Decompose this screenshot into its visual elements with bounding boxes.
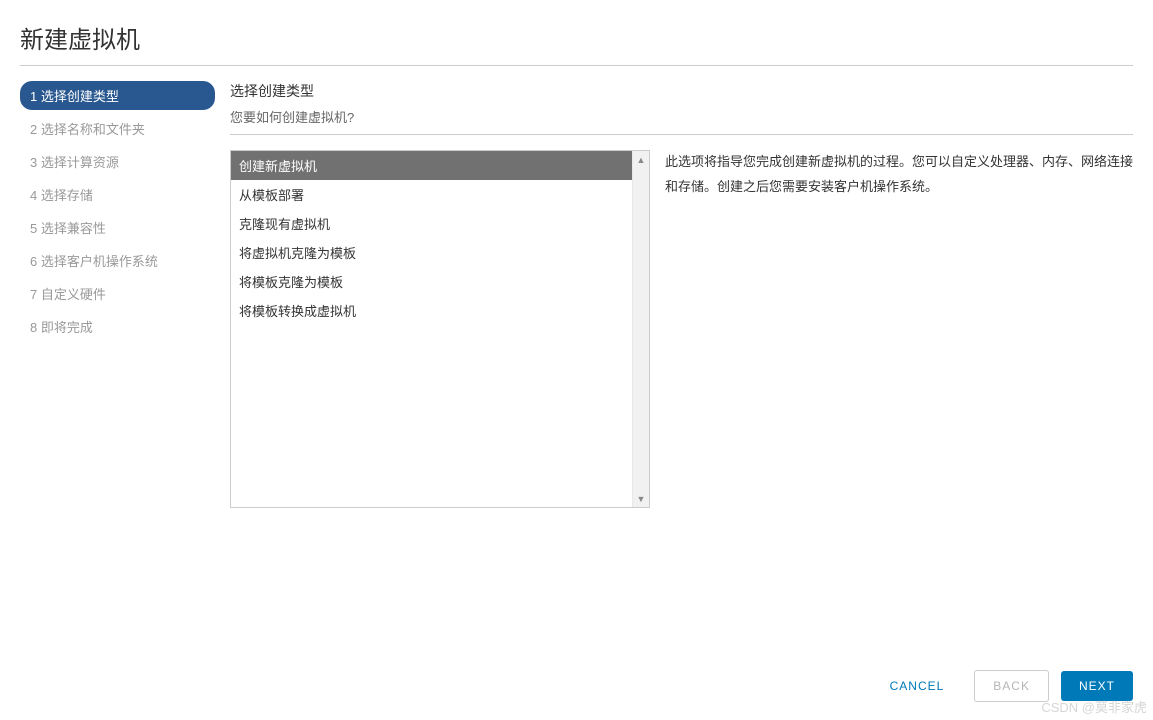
content-header: 选择创建类型 您要如何创建虚拟机? [230,81,1133,135]
option-deploy-from-template[interactable]: 从模板部署 [231,180,632,209]
cancel-button[interactable]: CANCEL [872,671,963,701]
step-1-select-creation-type[interactable]: 1 选择创建类型 [20,81,215,110]
step-6-select-guest-os: 6 选择客户机操作系统 [20,246,215,275]
step-8-ready-to-complete: 8 即将完成 [20,312,215,341]
content-subtitle: 您要如何创建虚拟机? [230,107,1133,126]
option-clone-template-to-template[interactable]: 将模板克隆为模板 [231,267,632,296]
content-pane: 选择创建类型 您要如何创建虚拟机? 创建新虚拟机 从模板部署 克隆现有虚拟机 将… [230,81,1133,651]
dialog-body: 1 选择创建类型 2 选择名称和文件夹 3 选择计算资源 4 选择存储 5 选择… [20,81,1133,651]
wizard-sidebar: 1 选择创建类型 2 选择名称和文件夹 3 选择计算资源 4 选择存储 5 选择… [20,81,215,651]
next-button[interactable]: NEXT [1061,671,1133,701]
creation-type-listbox: 创建新虚拟机 从模板部署 克隆现有虚拟机 将虚拟机克隆为模板 将模板克隆为模板 … [230,150,650,508]
new-vm-dialog: 新建虚拟机 1 选择创建类型 2 选择名称和文件夹 3 选择计算资源 4 选择存… [0,0,1153,720]
content-title: 选择创建类型 [230,81,1133,101]
option-clone-vm-to-template[interactable]: 将虚拟机克隆为模板 [231,238,632,267]
option-clone-existing-vm[interactable]: 克隆现有虚拟机 [231,209,632,238]
option-description: 此选项将指导您完成创建新虚拟机的过程。您可以自定义处理器、内存、网络连接和存储。… [665,150,1133,651]
step-3-select-compute-resource: 3 选择计算资源 [20,147,215,176]
step-2-select-name-folder: 2 选择名称和文件夹 [20,114,215,143]
listbox-scrollbar[interactable]: ▲ ▼ [632,151,649,507]
scroll-down-icon[interactable]: ▼ [633,490,649,507]
option-convert-template-to-vm[interactable]: 将模板转换成虚拟机 [231,296,632,325]
back-button: BACK [974,670,1049,702]
step-5-select-compatibility: 5 选择兼容性 [20,213,215,242]
dialog-title: 新建虚拟机 [20,20,1133,66]
step-4-select-storage: 4 选择存储 [20,180,215,209]
option-create-new-vm[interactable]: 创建新虚拟机 [231,151,632,180]
scroll-up-icon[interactable]: ▲ [633,151,649,168]
step-7-customize-hardware: 7 自定义硬件 [20,279,215,308]
listbox-items: 创建新虚拟机 从模板部署 克隆现有虚拟机 将虚拟机克隆为模板 将模板克隆为模板 … [231,151,632,507]
content-main: 创建新虚拟机 从模板部署 克隆现有虚拟机 将虚拟机克隆为模板 将模板克隆为模板 … [230,150,1133,651]
dialog-footer: CANCEL BACK NEXT [20,651,1133,720]
